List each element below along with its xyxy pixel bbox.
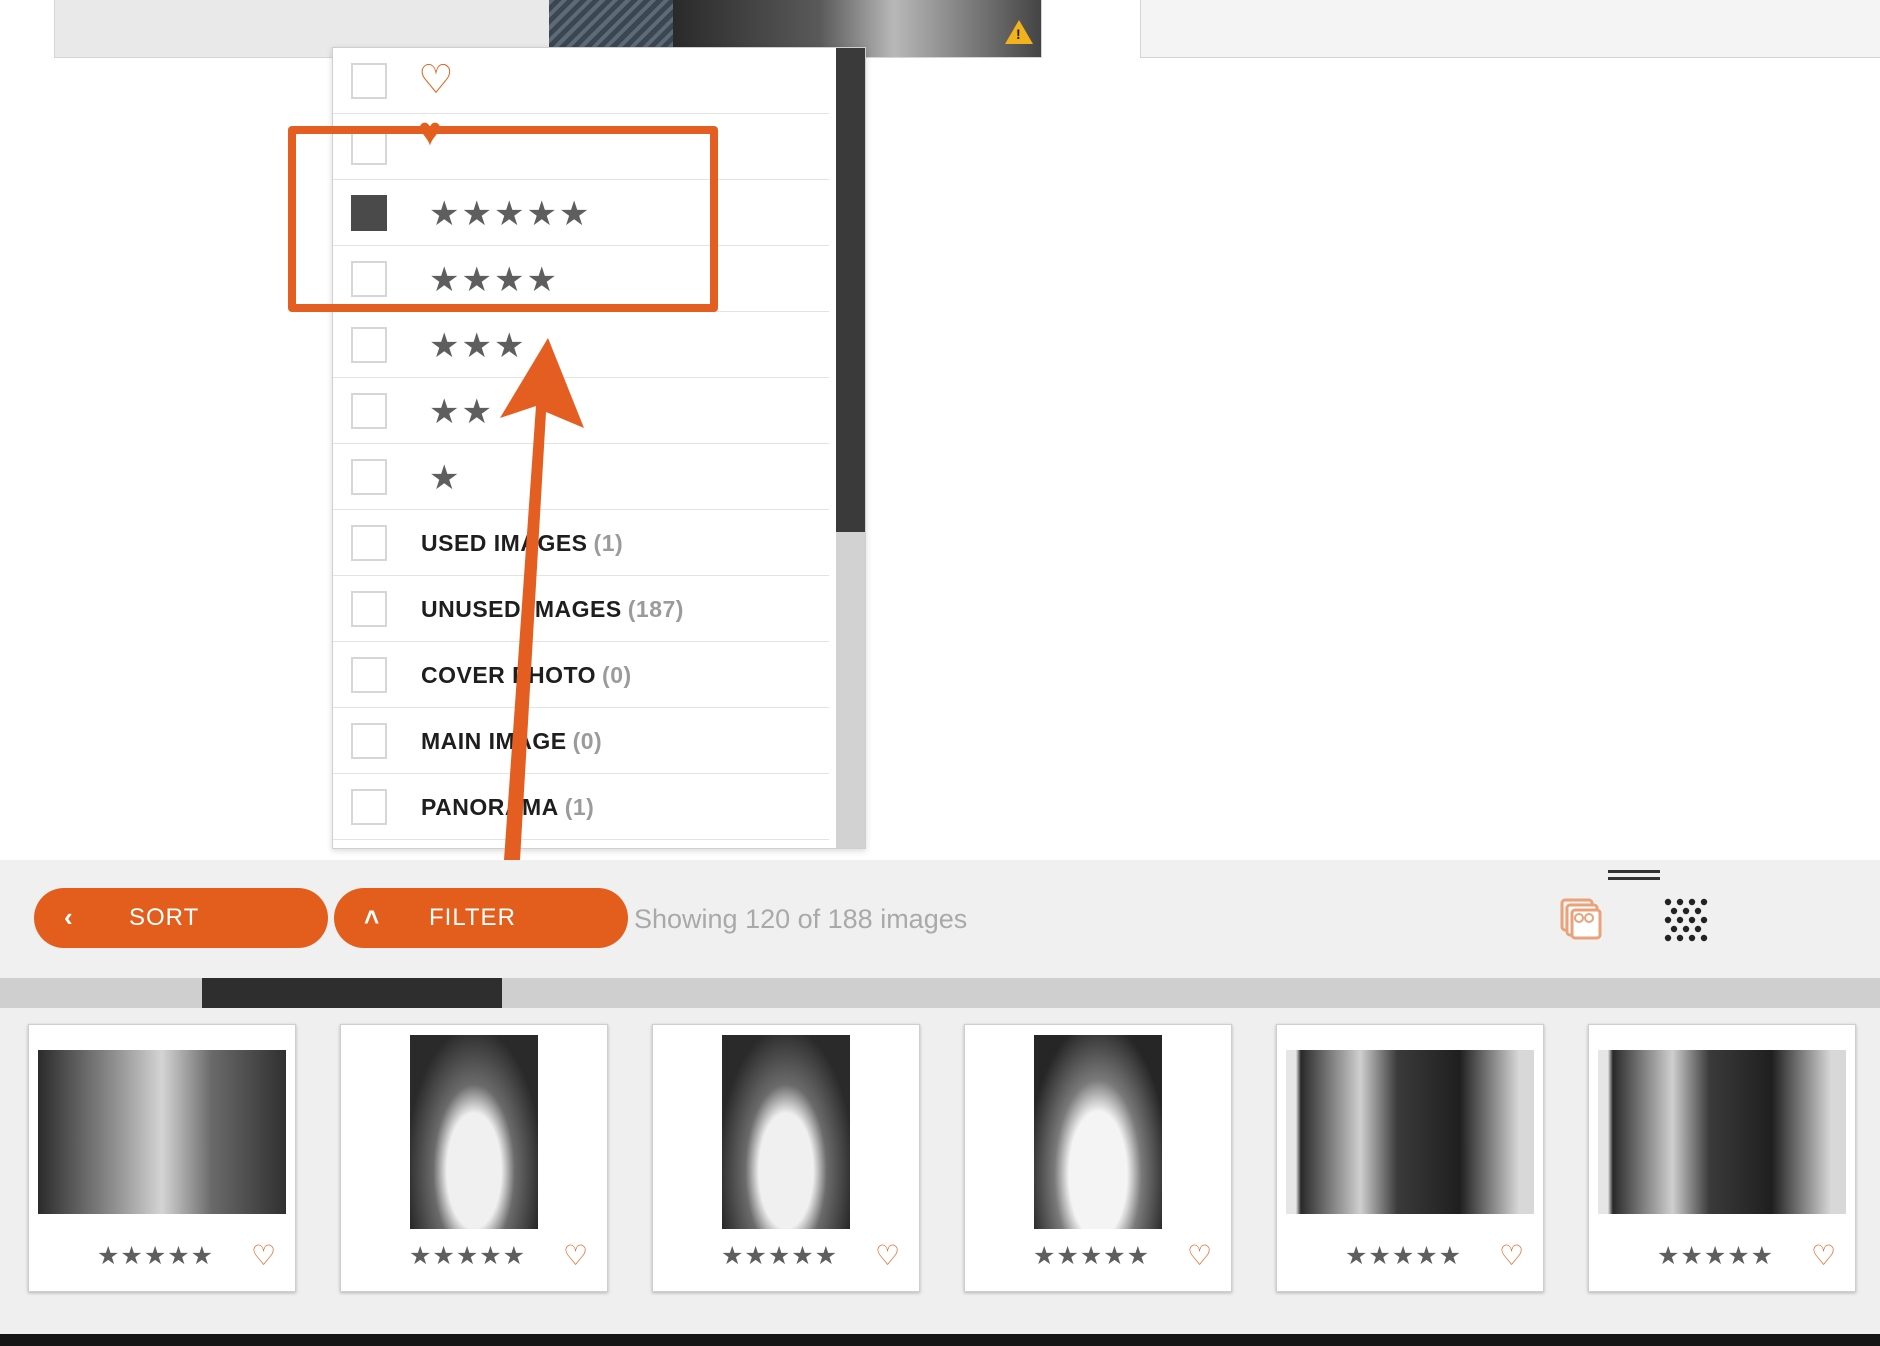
star-rating-icon[interactable]: ★★★★★ [721,1241,838,1271]
bottom-toolbar: ‹ SORT ˄ FILTER Showing 120 of 188 image… [0,860,1880,978]
thumbnail-card[interactable]: ★★★★★ ♡ [1588,1024,1856,1292]
option-label: PANORAMA [421,794,559,820]
star-rating-icon[interactable]: ★★★★★ [409,1241,526,1271]
top-empty-card[interactable] [1140,0,1880,58]
resize-handle-icon[interactable] [1608,870,1660,882]
grid-dots-icon[interactable] [1662,896,1710,944]
thumbnail-scrollbar[interactable] [0,978,1880,1008]
dropdown-scroll-thumb[interactable] [836,48,865,532]
filter-option-favorite[interactable]: ♡ [333,48,829,114]
checkbox[interactable] [351,327,387,363]
filter-option-panorama[interactable]: PANORAMA (1) [333,774,829,840]
checkbox[interactable] [351,393,387,429]
heart-outline-icon[interactable]: ♡ [251,1239,276,1272]
star-rating-icon: ★★★ [429,327,527,365]
thumbnail-card[interactable]: ★★★★★ ♡ [964,1024,1232,1292]
heart-outline-icon[interactable]: ♡ [1499,1239,1524,1272]
sort-button[interactable]: ‹ SORT [34,888,328,948]
option-label: MAIN IMAGE [421,728,567,754]
checkbox[interactable] [351,789,387,825]
chevron-left-icon: ‹ [64,902,74,932]
filter-option-main-image[interactable]: MAIN IMAGE (0) [333,708,829,774]
filter-option-unused-images[interactable]: UNUSED IMAGES (187) [333,576,829,642]
bottom-edge-bar [0,1334,1880,1346]
option-count: (1) [564,794,595,820]
option-count: (0) [572,728,603,754]
chevron-up-icon: ˄ [364,902,381,932]
checkbox[interactable] [351,525,387,561]
sort-label: SORT [129,904,200,931]
filter-option-1-star[interactable]: ★ [333,444,829,510]
heart-outline-icon[interactable]: ♡ [875,1239,900,1272]
star-rating-icon[interactable]: ★★★★★ [1345,1241,1462,1271]
star-rating-icon[interactable]: ★★★★★ [97,1241,214,1271]
option-label: USED IMAGES [421,530,588,556]
thumbnail-strip: ★★★★★ ♡ ★★★★★ ♡ ★★★★★ ♡ ★★★★★ ♡ ★★★★★ ♡ … [0,1008,1880,1334]
checkbox[interactable] [351,591,387,627]
thumbnail-card[interactable]: ★★★★★ ♡ [652,1024,920,1292]
heart-outline-icon[interactable]: ♡ [1187,1239,1212,1272]
annotation-highlight-box [288,126,718,312]
option-count: (1) [593,530,624,556]
thumbnail-image[interactable] [410,1035,538,1229]
option-count: (187) [627,596,684,622]
thumbnail-scroll-thumb[interactable] [202,978,502,1008]
thumbnail-image[interactable] [1034,1035,1162,1229]
heart-outline-icon[interactable]: ♡ [1811,1239,1836,1272]
checkbox[interactable] [351,657,387,693]
thumbnail-image[interactable] [1286,1050,1534,1214]
thumbnail-card[interactable]: ★★★★★ ♡ [28,1024,296,1292]
warning-icon: ! [1005,20,1033,44]
star-rating-icon: ★★ [429,393,494,431]
filter-option-cover-photo[interactable]: COVER PHOTO (0) [333,642,829,708]
filter-button[interactable]: ˄ FILTER [334,888,628,948]
option-label: COVER PHOTO [421,662,597,688]
heart-outline-icon: ♡ [418,58,454,102]
image-stack-icon[interactable] [1556,896,1604,944]
thumbnail-image[interactable] [38,1050,286,1214]
filter-option-used-images[interactable]: USED IMAGES (1) [333,510,829,576]
filter-label: FILTER [429,904,516,931]
option-count: (0) [602,662,632,688]
checkbox[interactable] [351,723,387,759]
star-rating-icon: ★ [429,459,462,497]
thumbnail-image[interactable] [1598,1050,1846,1214]
dropdown-scrollbar[interactable] [836,48,865,848]
thumbnail-card[interactable]: ★★★★★ ♡ [340,1024,608,1292]
checkbox[interactable] [351,459,387,495]
checkbox[interactable] [351,63,387,99]
thumbnail-card[interactable]: ★★★★★ ♡ [1276,1024,1544,1292]
heart-outline-icon[interactable]: ♡ [563,1239,588,1272]
filter-option-3-stars[interactable]: ★★★ [333,312,829,378]
thumbnail-image[interactable] [722,1035,850,1229]
star-rating-icon[interactable]: ★★★★★ [1033,1241,1150,1271]
image-count-status: Showing 120 of 188 images [634,904,968,934]
option-label: UNUSED IMAGES [421,596,622,622]
filter-option-2-stars[interactable]: ★★ [333,378,829,444]
star-rating-icon[interactable]: ★★★★★ [1657,1241,1774,1271]
